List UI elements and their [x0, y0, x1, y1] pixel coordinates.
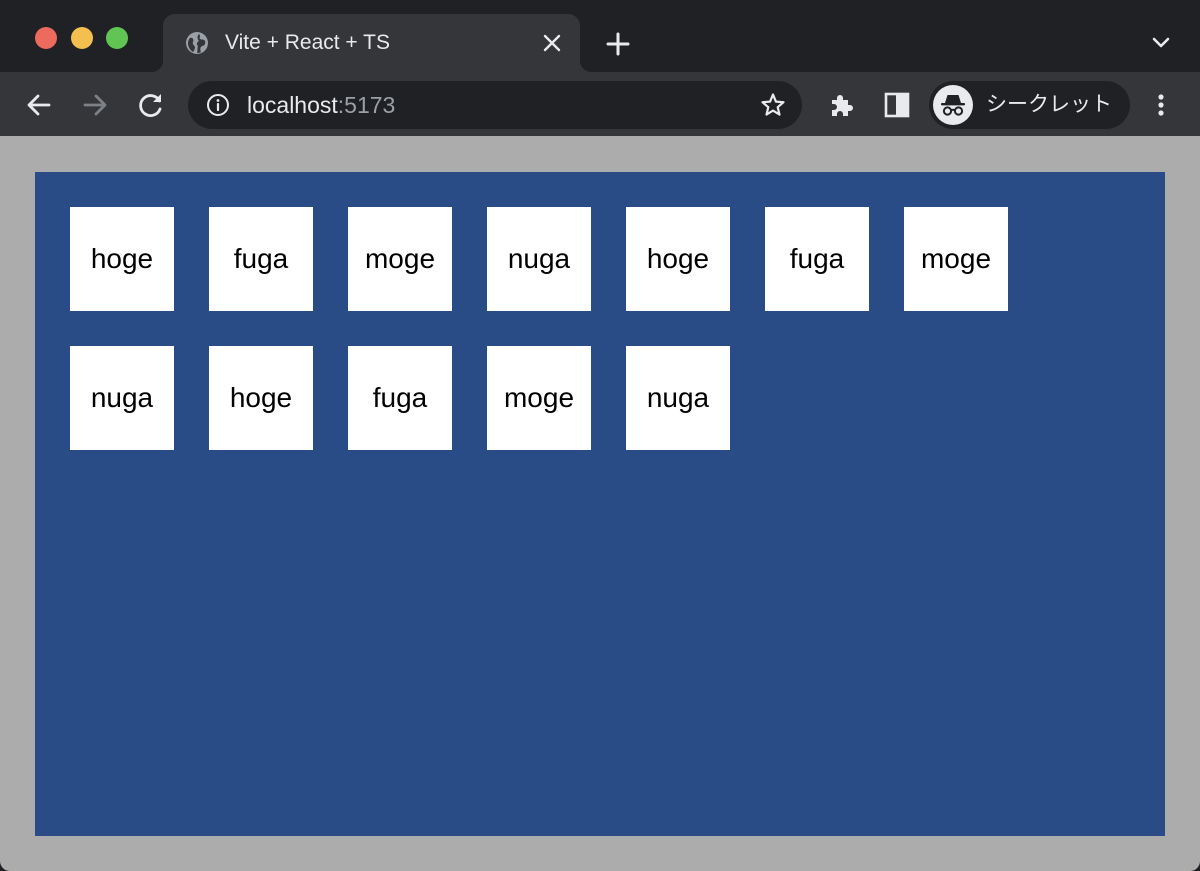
chevron-down-icon[interactable] — [1150, 34, 1172, 52]
card-grid: hoge fuga moge nuga hoge fuga moge nuga … — [70, 207, 1130, 450]
toolbar: localhost:5173 シークレット — [0, 72, 1200, 136]
plus-icon[interactable] — [605, 31, 631, 57]
url-text[interactable]: localhost:5173 — [247, 92, 395, 118]
card: moge — [904, 207, 1008, 311]
zoom-window-button[interactable] — [106, 27, 128, 49]
card: moge — [348, 207, 452, 311]
incognito-label: シークレット — [986, 93, 1112, 116]
more-vert-icon[interactable] — [1146, 90, 1176, 120]
incognito-profile-button[interactable]: シークレット — [929, 81, 1130, 129]
avatar — [933, 85, 973, 125]
card: nuga — [626, 346, 730, 450]
card: fuga — [209, 207, 313, 311]
card: hoge — [626, 207, 730, 311]
card: nuga — [487, 207, 591, 311]
page-viewport: hoge fuga moge nuga hoge fuga moge nuga … — [0, 136, 1200, 871]
card: hoge — [209, 346, 313, 450]
info-icon[interactable] — [206, 93, 230, 117]
tab-strip: Vite + React + TS — [0, 0, 1200, 72]
card: fuga — [765, 207, 869, 311]
address-bar[interactable]: localhost:5173 — [188, 81, 802, 129]
puzzle-icon[interactable] — [827, 90, 857, 120]
side-panel-icon[interactable] — [882, 90, 912, 120]
card: fuga — [348, 346, 452, 450]
incognito-icon — [941, 95, 965, 116]
card: nuga — [70, 346, 174, 450]
arrow-right-icon[interactable] — [80, 90, 110, 120]
card: moge — [487, 346, 591, 450]
browser-window: Vite + React + TS localhost:5173 シークレット … — [0, 0, 1200, 871]
close-icon[interactable] — [540, 31, 564, 55]
star-icon[interactable] — [760, 92, 786, 118]
close-window-button[interactable] — [35, 27, 57, 49]
globe-icon — [186, 32, 208, 54]
url-host: localhost — [247, 92, 338, 118]
tab-active[interactable]: Vite + React + TS — [151, 14, 592, 72]
arrow-left-icon[interactable] — [24, 90, 54, 120]
url-port: :5173 — [337, 92, 396, 118]
tab-title: Vite + React + TS — [225, 31, 390, 54]
reload-icon[interactable] — [136, 90, 166, 120]
card: hoge — [70, 207, 174, 311]
card-container: hoge fuga moge nuga hoge fuga moge nuga … — [35, 172, 1165, 836]
minimize-window-button[interactable] — [71, 27, 93, 49]
